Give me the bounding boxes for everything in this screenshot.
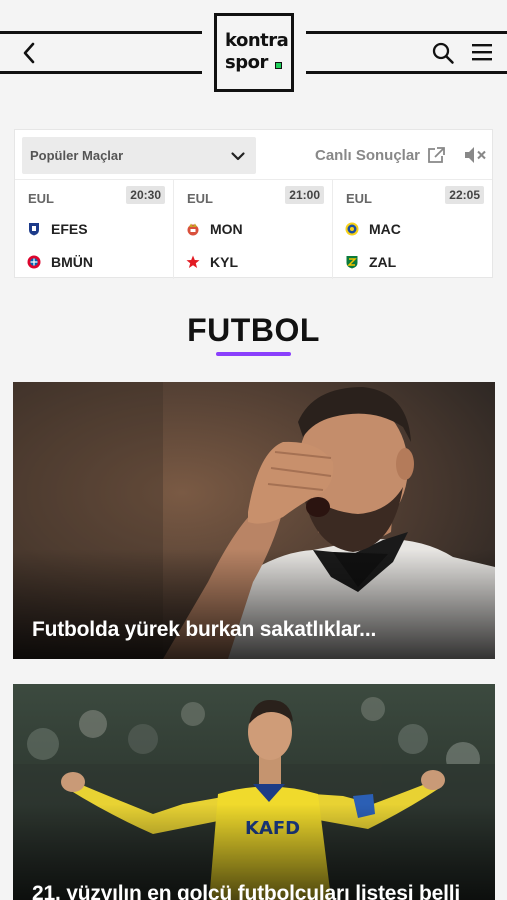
game-league: EUL	[28, 191, 54, 206]
maccabi-crest-icon	[345, 222, 359, 236]
away-team-name: KYL	[210, 254, 238, 270]
article-card[interactable]: KAFD 21. yüzyılın en golcü futbolcuları …	[13, 684, 495, 900]
header-line-right-top	[306, 31, 507, 34]
home-team: EFES	[27, 221, 88, 237]
game-league: EUL	[346, 191, 372, 206]
game-card[interactable]: EUL 21:00 MON KYL	[174, 180, 333, 279]
efes-crest-icon	[29, 223, 39, 236]
chevron-left-icon	[23, 42, 35, 64]
bayern-crest-icon	[27, 255, 41, 269]
game-card[interactable]: EUL 22:05 MAC ZAL	[333, 180, 492, 279]
header-line-left-bottom	[0, 71, 202, 74]
back-button[interactable]	[16, 40, 42, 66]
home-team-name: EFES	[51, 221, 88, 237]
away-team-name: BMÜN	[51, 254, 93, 270]
section-title-underline	[216, 352, 291, 356]
zalgiris-crest-icon	[346, 256, 358, 269]
speaker-muted-icon	[465, 147, 486, 163]
game-time: 20:30	[126, 186, 165, 204]
live-results-label: Canlı Sonuçlar	[315, 146, 421, 164]
live-results-link[interactable]: Canlı Sonuçlar	[315, 146, 446, 164]
image-overlay	[13, 549, 495, 659]
article-card[interactable]: Futbolda yürek burkan sakatlıklar...	[13, 382, 495, 659]
away-team: KYL	[186, 254, 238, 270]
chevron-down-icon	[231, 152, 245, 161]
away-team-name: ZAL	[369, 254, 397, 270]
home-team: MAC	[345, 221, 401, 237]
away-team: BMÜN	[27, 254, 93, 270]
game-league: EUL	[187, 191, 213, 206]
search-icon	[432, 42, 454, 64]
logo-dot-icon	[275, 62, 282, 69]
site-logo[interactable]: kontra spor	[214, 13, 294, 92]
away-team: ZAL	[345, 254, 396, 270]
game-time: 21:00	[285, 186, 324, 204]
home-team: MON	[186, 221, 243, 237]
article-headline: 21. yüzyılın en golcü futbolcuları liste…	[32, 882, 460, 900]
game-time: 22:05	[445, 186, 484, 204]
home-team-name: MAC	[369, 221, 401, 237]
scores-widget: Popüler Maçlar Canlı Sonuçlar EUL 20:30 …	[14, 129, 493, 279]
monaco-crest-icon	[187, 223, 199, 236]
game-card[interactable]: EUL 20:30 EFES BMÜN	[15, 180, 174, 279]
home-team-name: MON	[210, 221, 243, 237]
article-headline: Futbolda yürek burkan sakatlıklar...	[32, 618, 377, 641]
mute-button[interactable]	[463, 144, 489, 166]
popular-matches-dropdown[interactable]: Popüler Maçlar	[22, 137, 256, 174]
search-button[interactable]	[431, 41, 455, 65]
games-list: EUL 20:30 EFES BMÜN EUL 21:00 MON KYL EU…	[15, 179, 492, 279]
header-line-right-bottom	[306, 71, 507, 74]
crvena-zvezda-crest-icon	[186, 255, 200, 268]
hamburger-menu-icon	[472, 44, 492, 61]
menu-button[interactable]	[472, 43, 492, 61]
section-title: FUTBOL	[187, 312, 320, 348]
header-line-left-top	[0, 31, 202, 34]
logo-text-line1: kontra	[225, 30, 289, 51]
header: kontra spor	[0, 0, 507, 100]
external-link-icon	[428, 147, 445, 163]
logo-text-line2: spor	[225, 52, 268, 73]
dropdown-selected-value: Popüler Maçlar	[30, 148, 124, 163]
